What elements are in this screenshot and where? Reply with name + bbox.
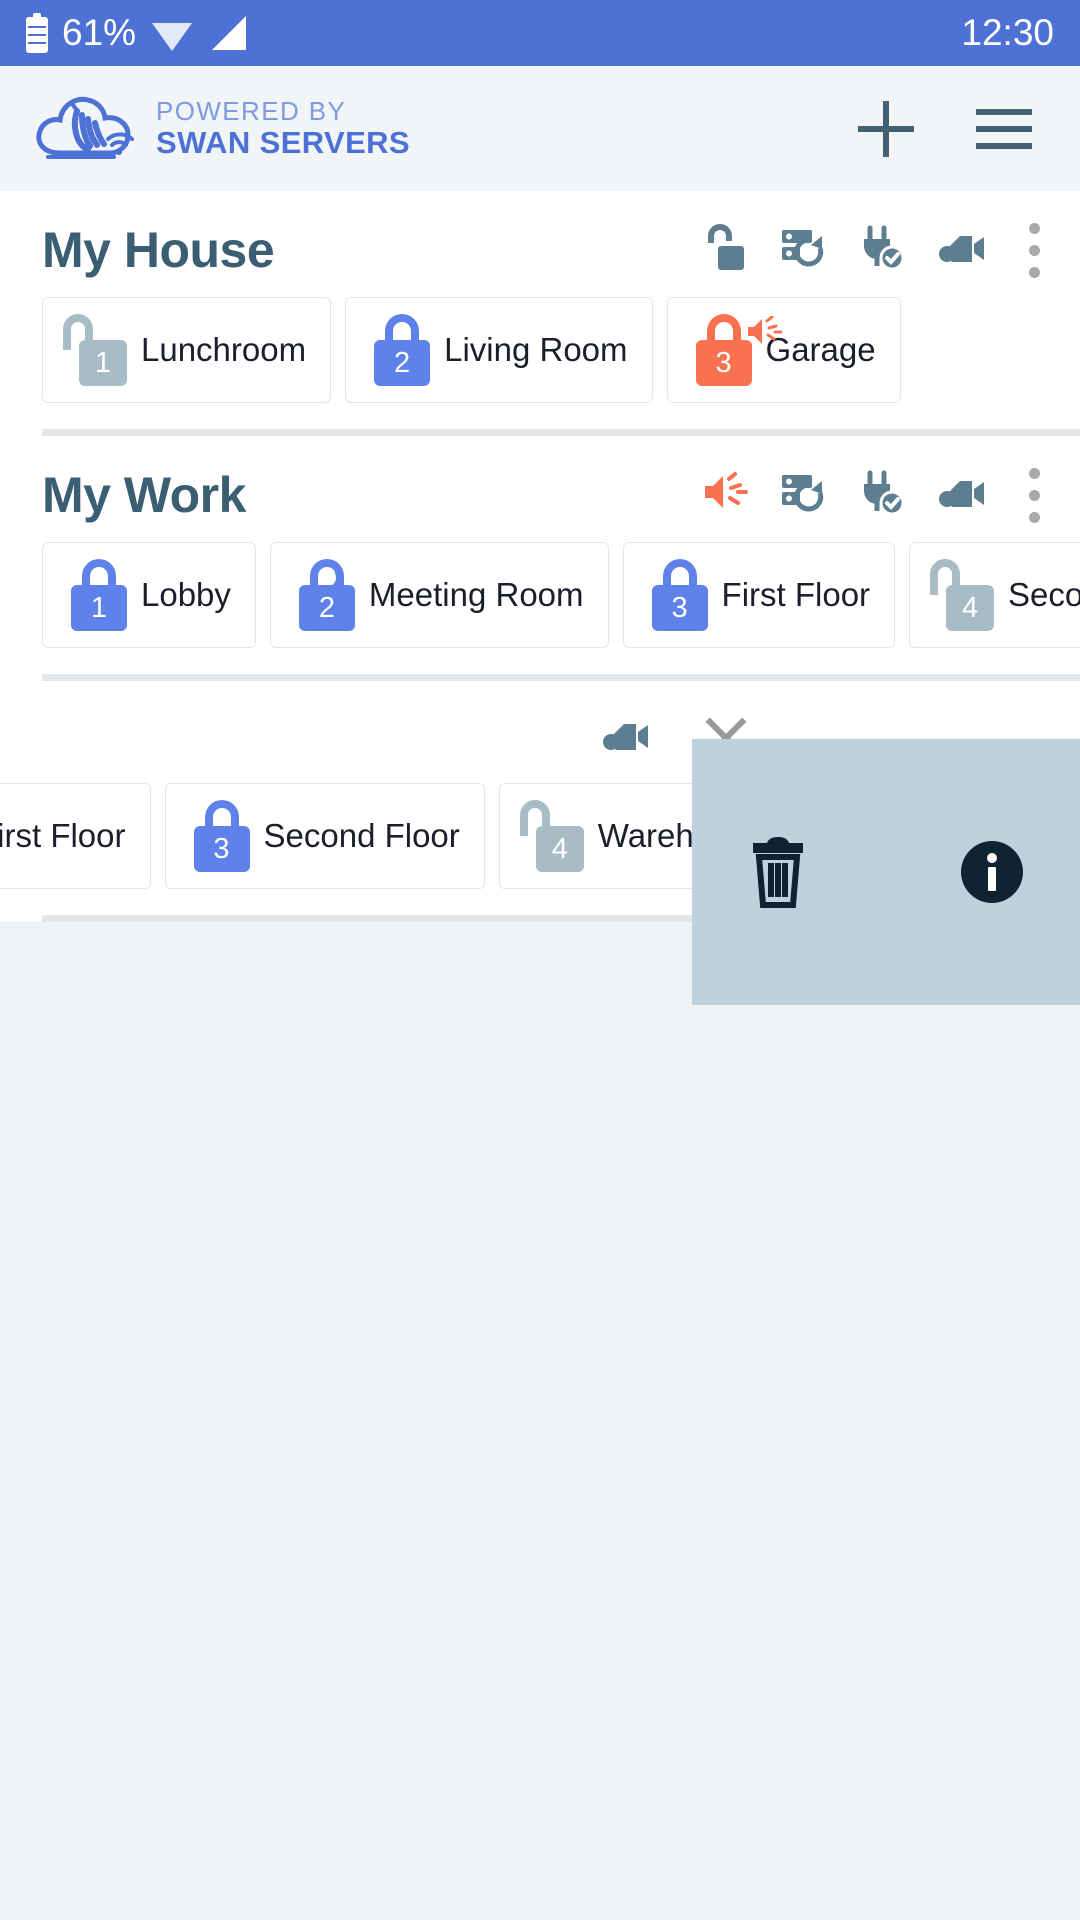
plug-check-icon[interactable] [860, 469, 906, 522]
status-bar: 61% 12:30 [0, 0, 1080, 66]
empty-area [0, 922, 1080, 1837]
lock-number: 1 [79, 340, 127, 386]
video-camera-icon[interactable] [602, 716, 650, 761]
section-header: My Work [0, 436, 1080, 538]
section-header: My House [0, 191, 1080, 293]
brand-block: POWERED BY SWAN SERVERS [30, 87, 410, 170]
lock-chip[interactable]: 4 Second Floor [909, 542, 1080, 648]
alarm-siren-icon[interactable] [702, 471, 748, 519]
section-my-house: My House 1 Lunchroom 2 Living Room 3 Gar… [0, 191, 1080, 436]
lock-chip[interactable]: 3 Second Floor [164, 783, 485, 889]
more-options-icon[interactable] [1008, 222, 1060, 278]
lock-number: 4 [535, 826, 584, 872]
locks-row: 1 Lobby 2 Meeting Room 3 First Floor 4 S… [0, 538, 1080, 674]
plus-icon[interactable] [858, 100, 914, 157]
lock-label: Lunchroom [141, 330, 307, 368]
section-divider [42, 429, 1080, 436]
section-title: My House [42, 222, 275, 278]
info-icon[interactable] [959, 839, 1025, 905]
cellular-signal-icon [208, 13, 248, 53]
brand-name-label: SWAN SERVERS [156, 124, 411, 160]
app-screen: 61% 12:30 POWERED BY SWAN SERVERS My Hou… [0, 0, 1080, 1920]
locks-row: 1 Lunchroom 2 Living Room 3 Garage [0, 293, 1080, 429]
app-bar: POWERED BY SWAN SERVERS [0, 66, 1080, 191]
lock-chip[interactable]: 1 Lunchroom [42, 297, 332, 403]
lock-chip[interactable]: 3 Garage [666, 297, 901, 403]
lock-icon: 3 [686, 314, 783, 386]
lock-chip[interactable]: 2 Living Room [345, 297, 653, 403]
app-bar-actions [858, 100, 1050, 157]
battery-icon [26, 13, 48, 53]
lock-number: 2 [298, 585, 355, 631]
battery-percent-label: 61% [62, 12, 137, 53]
video-camera-icon[interactable] [938, 228, 986, 273]
lock-icon: 1 [61, 559, 127, 631]
alarm-siren-icon [744, 315, 784, 355]
section-actions [702, 469, 986, 522]
lock-night-icon: 2 [289, 559, 355, 631]
swan-cloud-logo-icon [30, 87, 138, 170]
server-refresh-icon[interactable] [780, 469, 828, 522]
lock-label: First Floor [0, 816, 126, 854]
lock-chip[interactable]: First Floor [0, 783, 151, 889]
hamburger-menu-icon[interactable] [976, 108, 1032, 149]
wifi-icon [150, 13, 194, 53]
unlock-all-icon[interactable] [704, 223, 748, 277]
video-camera-icon[interactable] [938, 473, 986, 518]
lock-number: 2 [374, 340, 431, 386]
plug-check-icon[interactable] [860, 224, 906, 277]
lock-chip[interactable]: 3 First Floor [622, 542, 896, 648]
lock-number: 3 [193, 826, 250, 872]
lock-number: 3 [651, 585, 708, 631]
server-refresh-icon[interactable] [780, 224, 828, 277]
lock-icon: 4 [518, 800, 584, 872]
lock-number: 1 [71, 585, 127, 631]
lock-number: 4 [946, 585, 995, 631]
lock-icon: 3 [642, 559, 708, 631]
lock-icon: 1 [61, 314, 127, 386]
section-divider [42, 674, 1080, 681]
section-my-work: My Work 1 Lobby 2 Meeting Room 3 First F… [0, 436, 1080, 681]
lock-label: First Floor [721, 575, 871, 613]
lock-icon: 4 [928, 559, 995, 631]
lock-icon: 3 [184, 800, 250, 872]
lock-label: Living Room [444, 330, 628, 368]
section-actions [704, 223, 986, 277]
context-action-panel [692, 739, 1080, 1005]
lock-label: Lobby [141, 575, 231, 613]
lock-label: Second Floor [263, 816, 460, 854]
powered-by-label: POWERED BY [156, 95, 347, 126]
status-bar-left: 61% [26, 12, 248, 54]
lock-chip[interactable]: 1 Lobby [42, 542, 256, 648]
more-options-icon[interactable] [1008, 467, 1060, 523]
lock-chip[interactable]: 2 Meeting Room [269, 542, 609, 648]
brand-text: POWERED BY SWAN SERVERS [156, 95, 411, 161]
status-bar-clock: 12:30 [961, 12, 1054, 53]
section-title: My Work [42, 467, 246, 523]
lock-icon: 2 [364, 314, 431, 386]
trash-icon[interactable] [747, 835, 809, 909]
lock-label: Meeting Room [368, 575, 584, 613]
lock-label: Second Floor [1008, 575, 1080, 613]
